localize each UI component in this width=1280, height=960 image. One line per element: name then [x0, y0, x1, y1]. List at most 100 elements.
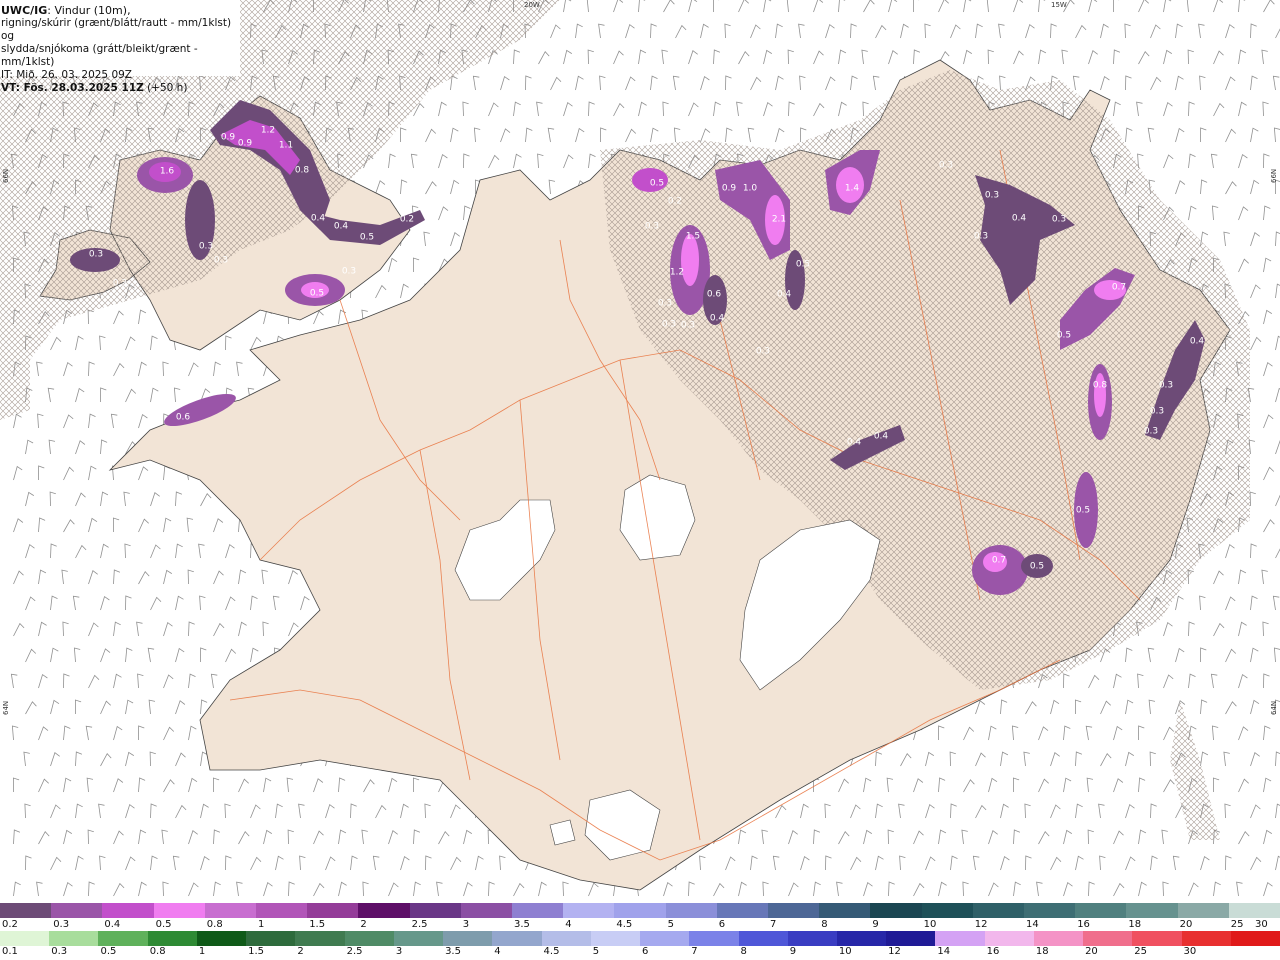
precip-value-label: 0.4 [334, 222, 349, 232]
precip-value-label: 0.6 [707, 290, 722, 300]
legend-color-cell [98, 931, 148, 946]
legend-color-cell [1083, 931, 1133, 946]
precip-value-label: 0.9 [221, 133, 236, 143]
legend-tick-label: 9 [872, 919, 879, 930]
legend-color-cell [935, 931, 985, 946]
legend-tick-label: 0.1 [2, 946, 18, 957]
legend-tick-label: 5 [667, 919, 674, 930]
precip-value-label: 0.3 [939, 161, 953, 171]
map-header: UWC/IG: Vindur (10m), rigning/skúrir (gr… [0, 0, 240, 94]
precip-value-label: 0.5 [1030, 562, 1044, 572]
legend-color-cell [1177, 903, 1229, 918]
legend-tick-label: 30 [1255, 919, 1268, 930]
legend-color-cell [196, 931, 247, 946]
legend-color-cell [1132, 931, 1182, 946]
weather-map: 1.60.91.21.10.90.80.40.40.50.20.30.30.30… [0, 0, 1280, 903]
legend-color-cell [460, 903, 513, 918]
model-name: UWC/IG [1, 4, 48, 17]
legend-color-cell [819, 903, 871, 918]
legend-tick-label: 3.5 [445, 946, 461, 957]
legend-color-cell [689, 931, 739, 946]
grid-label-64n-right: 64N [1270, 700, 1278, 715]
precip-value-label: 0.3 [645, 222, 659, 232]
precip-value-label: 0.5 [1076, 506, 1090, 516]
legend-tick-label: 0.3 [51, 946, 68, 957]
precip-value-label: 0.3 [82, 476, 96, 486]
valid-time-label: VT [1, 82, 16, 94]
precip-value-label: 0.3 [662, 320, 676, 330]
grid-label-20w: 20W [524, 1, 540, 9]
legend-tick-label: 9 [789, 946, 797, 957]
legend-tick-label: 7 [691, 946, 698, 957]
precip-value-label: 0.3 [681, 321, 695, 331]
precip-value-label: 0.5 [650, 179, 664, 189]
legend-tick-label: 14 [1026, 919, 1039, 930]
precip-value-label: 1.2 [261, 126, 275, 136]
legend-color-cell [1228, 903, 1280, 918]
legend-color-cell [393, 931, 444, 946]
legend-tick-label: 6 [718, 919, 726, 930]
init-time-value: : Mið. 26. 03. 2025 09Z [9, 69, 132, 81]
legend-tick-label: 14 [937, 946, 951, 957]
legend-color-cell [590, 931, 641, 946]
legend-color-cell [153, 903, 205, 918]
legend-tick-label: 8 [821, 919, 828, 930]
legend-color-cell [921, 903, 973, 918]
legend-tick-label: 2 [360, 919, 367, 930]
precip-value-label: 0.7 [1112, 283, 1126, 293]
legend-tick-label: 3 [395, 946, 403, 957]
precip-value-label: 0.6 [176, 413, 191, 423]
legend-color-cell [204, 903, 257, 918]
legend-color-cell [49, 931, 99, 946]
legend-tick-label: 0.8 [149, 946, 166, 957]
legend-color-cell [836, 931, 887, 946]
legend-tick-label: 4 [494, 946, 501, 957]
snow-scale-ticks: 0.2 0.3 0.4 0.5 0.8 1 1.5 2 2.5 3 3.5 4 4.5 5 6 7 8 9 10 12… [0, 919, 1280, 931]
legend-color-cell [716, 903, 769, 918]
legend-tick-label: 0.4 [104, 919, 121, 930]
precip-value-label: 1.1 [279, 141, 293, 151]
legend-tick-label: 12 [888, 946, 901, 957]
precip-value-label: 0.3 [658, 299, 672, 309]
header-line3: slydda/snjókoma (grátt/bleikt/grænt - mm… [1, 43, 198, 68]
legend-color-cell [1230, 931, 1280, 946]
legend-tick-label: 1 [198, 946, 206, 957]
precip-value-label: 0.9 [238, 139, 253, 149]
precip-value-label: 0.5 [310, 289, 324, 299]
valid-time-value: : Fös. 28.03.2025 11Z [15, 82, 144, 94]
precip-value-label: 0.3 [1144, 427, 1158, 437]
legend-tick-label: 0.3 [53, 919, 70, 930]
legend-tick-label: 16 [1077, 919, 1090, 930]
rain-scale-ticks: 0.1 0.3 0.5 0.8 1 1.5 2 2.5 3 3.5 4 4.5 5 6 7 8 9 10 12 14 1… [0, 946, 1280, 958]
legend-tick-label: 3.5 [514, 919, 530, 930]
legend-color-cell [344, 931, 394, 946]
legend-tick-label: 10 [923, 919, 937, 930]
legend-color-cell [984, 931, 1034, 946]
precip-value-label: 0.4 [1012, 214, 1027, 224]
legend-color-cell [768, 903, 820, 918]
snow-color-scale [0, 903, 1280, 918]
legend-color-cell [738, 931, 788, 946]
legend-tick-label: 4.5 [543, 946, 560, 957]
precip-value-label: 0.4 [710, 314, 725, 324]
precip-value-label: 0.3 [89, 250, 103, 260]
precip-value-label: 0.2 [668, 197, 682, 207]
precip-value-label: 0.3 [214, 256, 228, 266]
legend-tick-label: 25 [1230, 919, 1244, 930]
legend-tick-label: 1 [258, 919, 265, 930]
legend-tick-label: 2.5 [411, 919, 428, 930]
legend-tick-label: 5 [592, 946, 600, 957]
grid-label-66n-right: 66N [1270, 168, 1278, 183]
legend-tick-label: 0.8 [206, 919, 223, 930]
legend-color-cell [1024, 903, 1076, 918]
precip-value-label: 1.2 [670, 268, 684, 278]
legend-tick-label: 6 [642, 946, 649, 957]
legend-color-cell [512, 903, 564, 918]
grid-label-15w: 15W [1051, 1, 1067, 9]
header-line1: : Vindur (10m), [47, 4, 131, 17]
legend-color-cell [1181, 931, 1231, 946]
legend-tick-label: 1.5 [248, 946, 265, 957]
precip-value-label: 0.3 [985, 191, 999, 201]
legend-tick-label: 0.5 [100, 946, 117, 957]
precip-value-label: 2.1 [772, 215, 786, 225]
